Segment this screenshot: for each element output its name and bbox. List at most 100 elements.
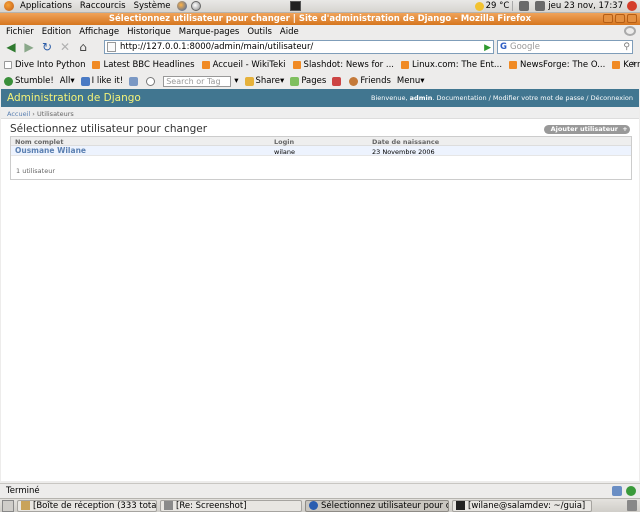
- gnome-tray: 29 °C jeu 23 nov, 17:37: [474, 0, 640, 12]
- thumbs-up-icon: [80, 76, 90, 86]
- rss-icon: [201, 61, 210, 69]
- applications-menu[interactable]: Applications: [16, 1, 76, 11]
- paginator: 1 utilisateur: [16, 167, 55, 175]
- documentation-link[interactable]: Documentation: [436, 94, 486, 102]
- friends-button[interactable]: Friends: [349, 76, 391, 86]
- back-arrow-icon[interactable]: ◀: [4, 40, 18, 54]
- gnome-taskbar: [Boîte de réception (333 total) - ... [R…: [0, 498, 640, 512]
- home-icon[interactable]: ⌂: [76, 40, 90, 54]
- navigation-toolbar: ◀ ▶ ↻ ✕ ⌂ http://127.0.0.1:8000/admin/ma…: [0, 38, 640, 56]
- search-magnifier-icon[interactable]: ⚲: [623, 42, 630, 52]
- gnome-foot-icon[interactable]: [4, 1, 14, 11]
- bookmark-newsforge[interactable]: NewsForge: The O...: [509, 60, 605, 70]
- screen-icon[interactable]: [612, 486, 622, 496]
- table-header: Nom complet Login Date de naissance: [11, 137, 631, 146]
- url-bar[interactable]: http://127.0.0.1:8000/admin/main/utilisa…: [104, 40, 494, 54]
- menu-edition[interactable]: Edition: [38, 27, 75, 37]
- rss-icon: [401, 61, 409, 69]
- stumble-search-dropdown[interactable]: ▾: [234, 76, 238, 86]
- menu-outils[interactable]: Outils: [243, 27, 276, 37]
- table-row: Ousmane Wilane wilane 23 Novembre 2006: [11, 146, 631, 156]
- bookmark-linux-com[interactable]: Linux.com: The Ent...: [401, 60, 502, 70]
- bookmark-wikiteki[interactable]: Accueil - WikiTeki: [201, 60, 286, 70]
- comment-button[interactable]: [146, 76, 157, 86]
- maximize-icon[interactable]: [615, 14, 625, 23]
- search-input[interactable]: Google: [510, 42, 540, 52]
- go-arrow-icon[interactable]: ▶: [484, 43, 491, 53]
- taskbar-item-inbox[interactable]: [Boîte de réception (333 total) - ...: [17, 499, 157, 512]
- add-user-label: Ajouter utilisateur: [550, 125, 618, 133]
- share-button[interactable]: Share ▾: [244, 76, 284, 86]
- logout-link[interactable]: Déconnexion: [591, 94, 633, 102]
- share-label: Share: [255, 76, 281, 86]
- plus-icon: +: [622, 125, 628, 133]
- minimize-icon[interactable]: [603, 14, 613, 23]
- thumbs-down-button[interactable]: [129, 76, 140, 86]
- check-icon[interactable]: [626, 486, 636, 496]
- task-label: [Boîte de réception (333 total) - ...: [33, 500, 157, 511]
- terminal-launcher-icon[interactable]: [290, 1, 301, 11]
- menu-historique[interactable]: Historique: [123, 27, 175, 37]
- i-like-it-button[interactable]: I like it!: [80, 76, 123, 86]
- search-box[interactable]: G Google ⚲: [497, 40, 633, 54]
- add-user-button[interactable]: Ajouter utilisateur +: [543, 125, 630, 134]
- django-header: Administration de Django Bienvenue, admi…: [1, 89, 639, 107]
- google-engine-icon[interactable]: G: [500, 42, 507, 52]
- bookmarks-overflow-chevron[interactable]: »: [631, 59, 636, 69]
- column-header-name[interactable]: Nom complet: [11, 137, 270, 146]
- firefox-icon: [309, 501, 318, 510]
- reload-icon[interactable]: ↻: [40, 40, 54, 54]
- stumble-label: Stumble!: [15, 76, 54, 86]
- menu-affichage[interactable]: Affichage: [75, 27, 123, 37]
- column-header-birthdate[interactable]: Date de naissance: [368, 137, 608, 146]
- all-label: All: [59, 76, 71, 86]
- menu-fichier[interactable]: Fichier: [2, 27, 38, 37]
- trash-icon[interactable]: [627, 500, 637, 511]
- user-name-link[interactable]: Ousmane Wilane: [11, 146, 270, 155]
- firefox-launcher-icon[interactable]: [176, 1, 187, 11]
- places-menu[interactable]: Raccourcis: [76, 1, 130, 11]
- forward-arrow-icon[interactable]: ▶: [22, 40, 36, 54]
- url-text[interactable]: http://127.0.0.1:8000/admin/main/utilisa…: [120, 42, 313, 52]
- network-icon[interactable]: [519, 1, 530, 11]
- page-title: Sélectionnez utilisateur pour changer: [10, 123, 208, 135]
- status-bar: Terminé: [0, 483, 640, 497]
- close-icon[interactable]: [627, 14, 637, 23]
- taskbar-item-firefox[interactable]: Sélectionnez utilisateur pour cha...: [305, 499, 449, 512]
- weather-temperature[interactable]: 29 °C: [486, 1, 510, 11]
- menu-button[interactable]: Menu ▾: [397, 76, 425, 86]
- stop-icon[interactable]: ✕: [58, 40, 72, 54]
- user-login: wilane: [274, 148, 296, 156]
- share-icon: [244, 76, 254, 86]
- pages-button[interactable]: Pages: [290, 76, 326, 86]
- stumble-search-input[interactable]: Search or Tag hi: [163, 75, 232, 87]
- all-dropdown[interactable]: All ▾: [60, 76, 75, 86]
- clock[interactable]: jeu 23 nov, 17:37: [548, 1, 623, 11]
- taskbar-item-reply[interactable]: [Re: Screenshot]: [160, 499, 302, 512]
- mail-button[interactable]: [332, 76, 343, 86]
- taskbar-item-terminal[interactable]: [wilane@salamdev: ~/guia]: [452, 499, 592, 512]
- mail-icon: [21, 501, 30, 510]
- quit-icon[interactable]: [627, 1, 637, 11]
- change-password-link[interactable]: Modifier votre mot de passe: [493, 94, 584, 102]
- menu-marque-pages[interactable]: Marque-pages: [175, 27, 244, 37]
- volume-icon[interactable]: [535, 1, 546, 11]
- window-titlebar[interactable]: Sélectionnez utilisateur pour changer | …: [0, 13, 640, 25]
- show-desktop-icon[interactable]: [2, 499, 14, 512]
- friends-icon: [349, 76, 359, 86]
- breadcrumb-home-link[interactable]: Accueil: [7, 110, 30, 118]
- column-header-login[interactable]: Login: [270, 137, 368, 146]
- user-birthdate: 23 Novembre 2006: [372, 148, 435, 156]
- stumble-button[interactable]: Stumble!: [4, 76, 54, 86]
- weather-sun-icon[interactable]: [474, 1, 484, 11]
- menu-aide[interactable]: Aide: [276, 27, 303, 37]
- page-icon: [107, 42, 116, 52]
- bookmark-slashdot[interactable]: Slashdot: News for ...: [292, 60, 394, 70]
- breadcrumb: Accueil › Utilisateurs: [1, 107, 639, 119]
- evolution-launcher-icon[interactable]: [190, 1, 201, 11]
- bookmark-bbc[interactable]: Latest BBC Headlines: [92, 60, 195, 70]
- rss-icon: [92, 61, 101, 69]
- bookmark-dive-into-python[interactable]: Dive Into Python: [4, 60, 85, 70]
- system-menu[interactable]: Système: [130, 1, 175, 11]
- firefox-menubar: Fichier Edition Affichage Historique Mar…: [0, 25, 640, 38]
